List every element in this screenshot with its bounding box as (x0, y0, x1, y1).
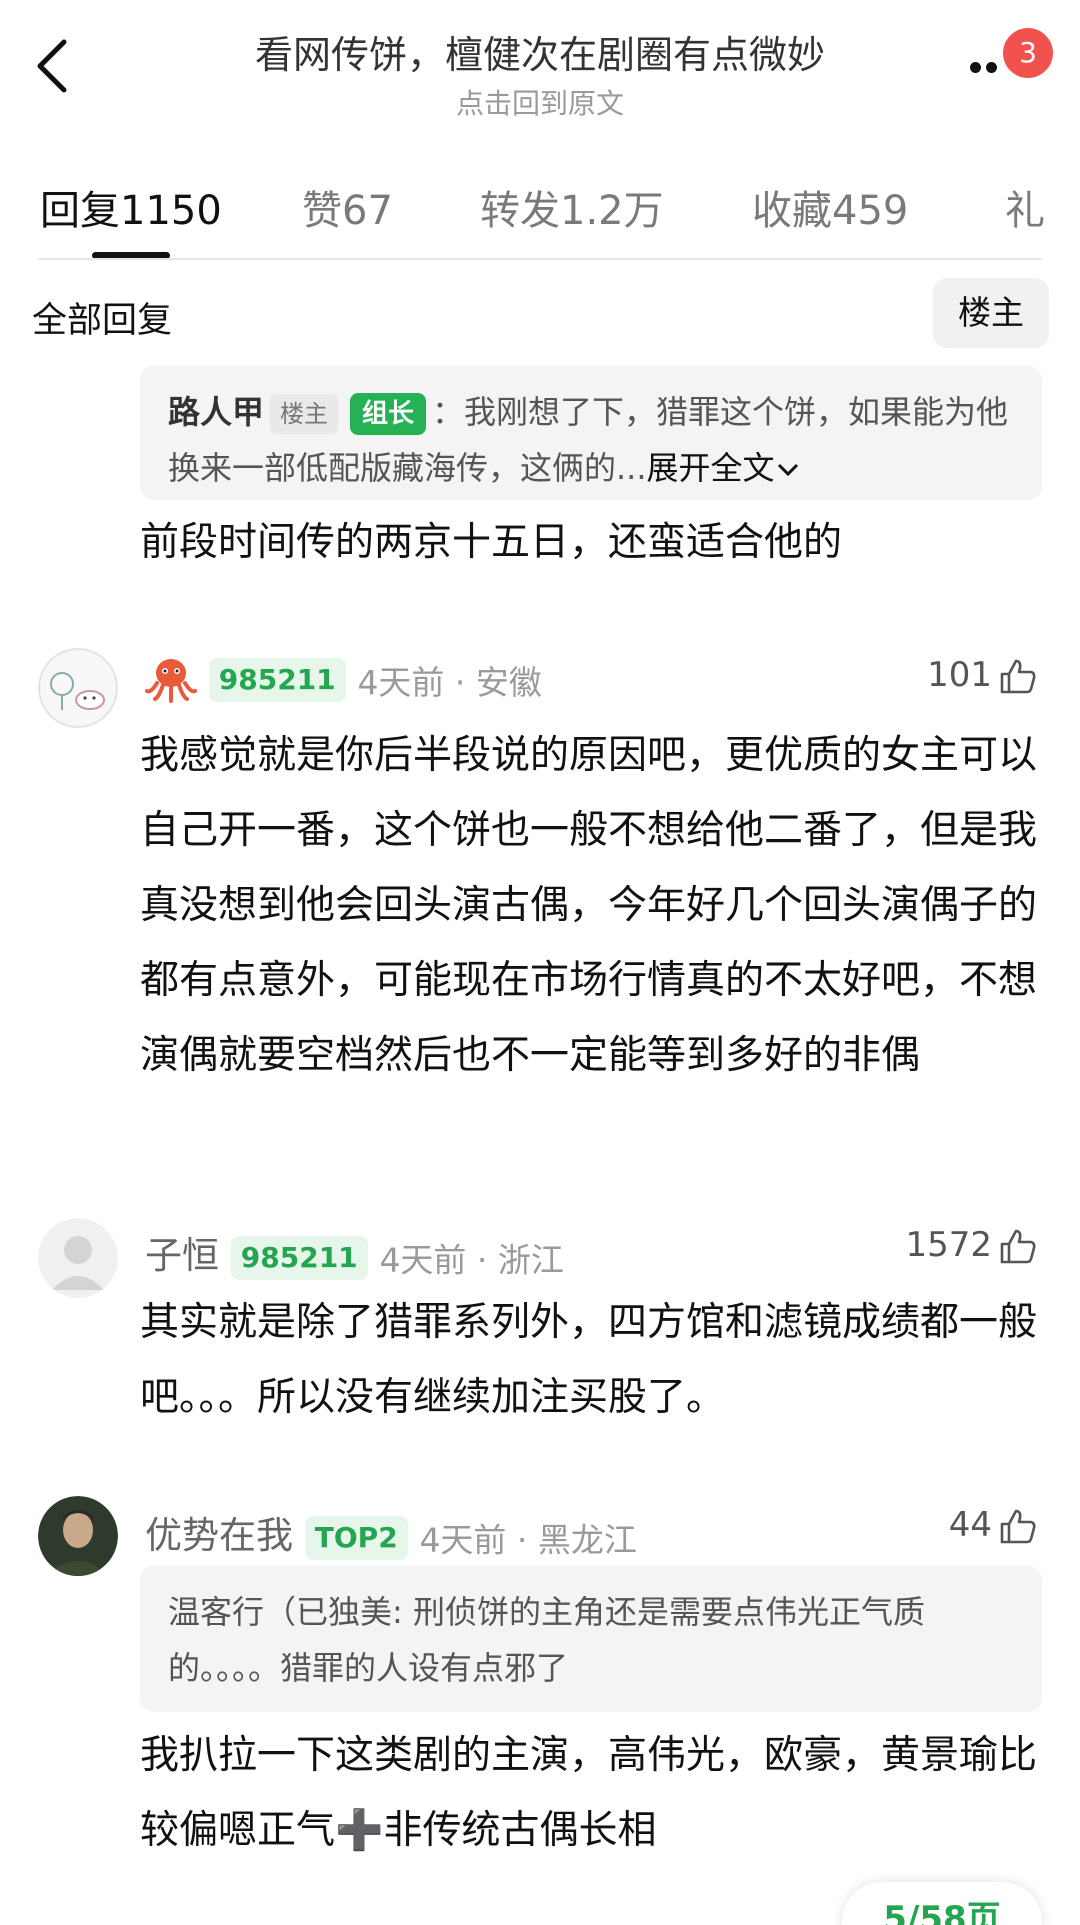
username[interactable]: 优势在我 (145, 1514, 293, 1557)
op-tag: 楼主 (270, 394, 339, 434)
comment-header: 优势在我 TOP2 4天前 · 黑龙江 (145, 1505, 637, 1562)
page-indicator[interactable]: 5/58页 (842, 1882, 1042, 1925)
op-only-filter-button[interactable]: 楼主 (933, 278, 1049, 348)
tab-gifts[interactable]: 礼 (1005, 178, 1045, 236)
section-title: 全部回复 (32, 301, 173, 341)
octopus-icon[interactable] (145, 655, 197, 705)
avatar[interactable] (38, 1218, 118, 1298)
tab-likes-count: 67 (342, 188, 393, 234)
tab-gifts-label: 礼 (1005, 188, 1045, 234)
expand-full-text-link[interactable]: 展开全文 (647, 449, 801, 487)
comment-meta: 4天前 · 浙江 (379, 1240, 564, 1280)
more-dots-icon (970, 62, 981, 73)
quoted-reply[interactable]: 路人甲 楼主 组长 ：我刚想了下，猎罪这个饼，如果能为他换来一部低配版藏海传，这俩的.… (140, 366, 1042, 500)
comment-meta: 4天前 · 安徽 (357, 663, 542, 702)
thumbs-up-icon (1000, 1229, 1036, 1263)
tab-favorites[interactable]: 收藏459 (752, 178, 908, 236)
quoted-comment[interactable]: 温客行（已独美: 刑侦饼的主角还是需要点伟光正气质的。。。。猎罪的人设有点邪了 (140, 1566, 1042, 1712)
tab-likes-label: 赞 (302, 188, 342, 234)
like-count: 44 (948, 1505, 992, 1545)
tab-replies[interactable]: 回复1150 (40, 178, 222, 236)
comment-text: 我感觉就是你后半段说的原因吧，更优质的女主可以自己开一番，这个饼也一般不想给他二… (140, 733, 1038, 1078)
group-leader-tag: 组长 (350, 393, 427, 435)
username[interactable]: 子恒 (145, 1234, 219, 1277)
chevron-down-icon (777, 463, 798, 477)
avatar[interactable] (38, 648, 118, 728)
comment-header: 985211 4天前 · 安徽 (145, 655, 542, 705)
tab-replies-label: 回复 (40, 188, 120, 234)
like-button[interactable]: 101 (927, 655, 1038, 697)
avatar[interactable] (38, 1496, 118, 1576)
like-button[interactable]: 44 (949, 1505, 1038, 1547)
like-count: 101 (927, 655, 992, 695)
reply-text: 前段时间传的两京十五日，还蛮适合他的 (140, 520, 843, 565)
post-tabs: 回复1150 赞67 转发1.2万 收藏459 礼 (0, 160, 1080, 260)
tab-reposts-label: 转发 (480, 188, 560, 234)
divider (38, 258, 1042, 260)
user-level-badge: 985211 (230, 1235, 368, 1280)
comment-text: 其实就是除了猎罪系列外，四方馆和滤镜成绩都一般吧。。。所以没有继续加注买股了。 (140, 1300, 1038, 1420)
comment-meta: 4天前 · 黑龙江 (419, 1520, 637, 1560)
tab-reposts[interactable]: 转发1.2万 (480, 178, 664, 236)
quoted-author[interactable]: 路人甲 (168, 393, 264, 431)
notification-badge[interactable]: 3 (1003, 28, 1053, 78)
post-title[interactable]: 看网传饼，檀健次在剧圈有点微妙 (140, 24, 940, 79)
expand-label: 展开全文 (646, 449, 775, 487)
thumbs-up-icon (1000, 1509, 1036, 1543)
comment-text: 我扒拉一下这类剧的主演，高伟光，欧豪，黄景瑜比较偏嗯正气➕非传统古偶长相 (140, 1733, 1038, 1853)
tab-likes[interactable]: 赞67 (302, 178, 393, 236)
tab-replies-count: 1150 (120, 188, 222, 234)
like-button[interactable]: 1572 (905, 1225, 1038, 1267)
more-dot (986, 62, 997, 73)
user-level-badge: 985211 (208, 658, 346, 702)
tab-favorites-count: 459 (832, 188, 909, 234)
like-count: 1572 (905, 1225, 992, 1265)
tab-favorites-label: 收藏 (752, 188, 832, 234)
comment-header: 子恒 985211 4天前 · 浙江 (145, 1225, 564, 1282)
photo-avatar-icon (38, 1496, 118, 1576)
back-to-original-link[interactable]: 点击回到原文 (140, 82, 940, 122)
thumbs-up-icon (1000, 659, 1036, 693)
back-button[interactable] (30, 36, 80, 96)
default-avatar-icon (38, 1218, 118, 1298)
tab-reposts-count: 1.2万 (560, 188, 664, 234)
chevron-left-icon (37, 39, 67, 93)
top-bar: 看网传饼，檀健次在剧圈有点微妙 点击回到原文 3 (0, 0, 1080, 130)
user-level-badge: TOP2 (304, 1515, 408, 1560)
avatar-cartoon-icon (38, 648, 118, 728)
